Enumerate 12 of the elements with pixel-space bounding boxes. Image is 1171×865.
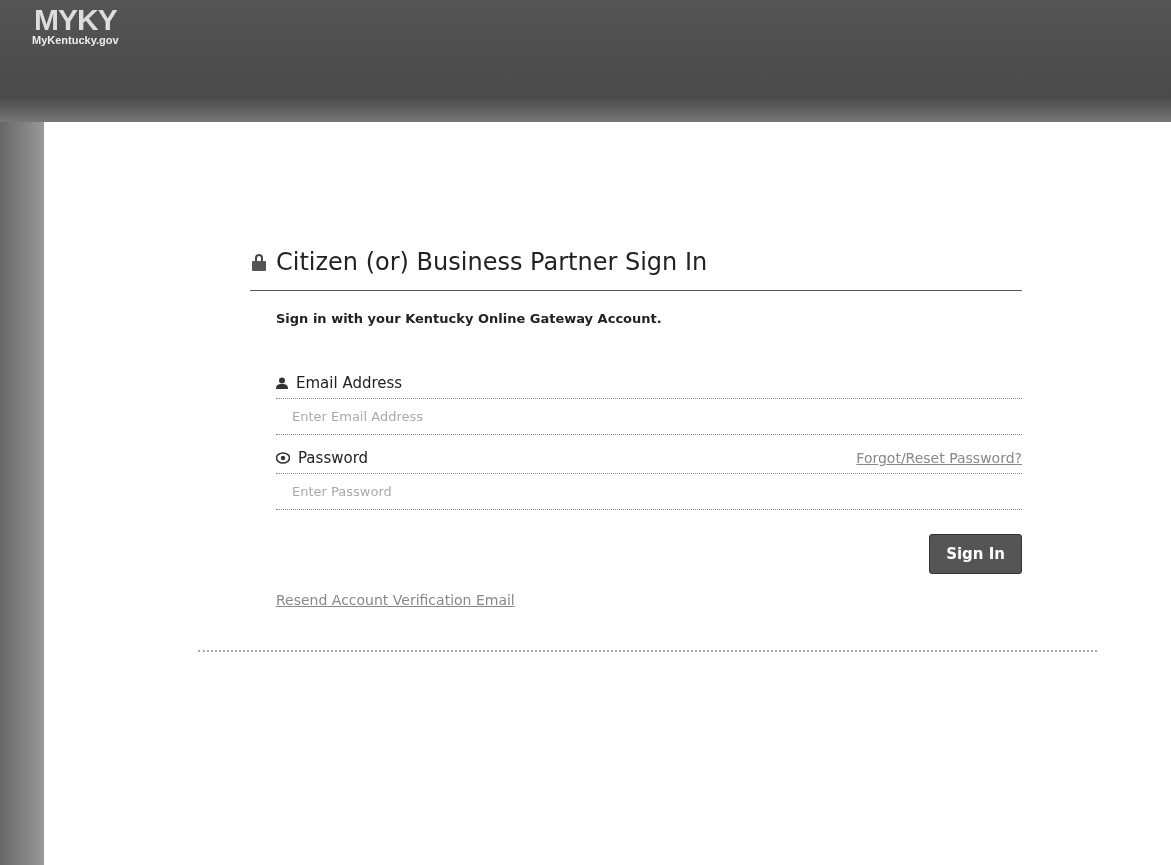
person-icon	[276, 377, 288, 389]
forgot-password-link[interactable]: Forgot/Reset Password?	[856, 450, 1022, 466]
lock-icon	[250, 253, 268, 271]
sign-in-button[interactable]: Sign In	[929, 534, 1022, 574]
form-title: Citizen (or) Business Partner Sign In	[276, 248, 708, 276]
eye-icon	[276, 452, 290, 464]
resend-verification-link[interactable]: Resend Account Verification Email	[276, 592, 515, 608]
email-label: Email Address	[296, 374, 403, 392]
intro-text: Sign in with your Kentucky Online Gateway Account.	[276, 311, 663, 326]
logo-text: MYKY	[34, 6, 118, 34]
password-label: Password	[298, 449, 369, 467]
logo-site-name: MyKentucky.gov	[32, 34, 120, 46]
